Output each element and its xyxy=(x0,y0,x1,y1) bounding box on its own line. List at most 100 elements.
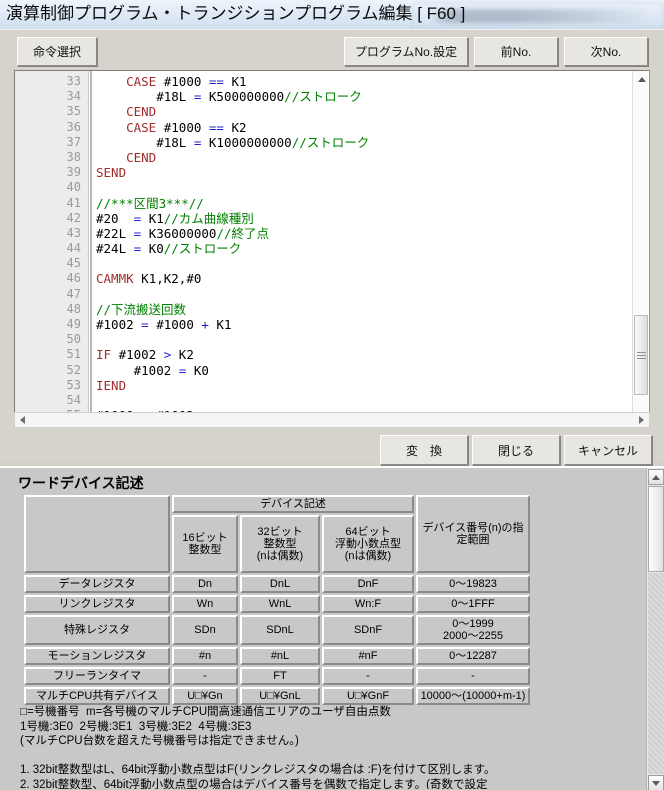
help-scroll-down-icon[interactable] xyxy=(648,775,664,790)
code-line: CAMMK K1,K2,#0 xyxy=(96,271,202,287)
line-number: 42 xyxy=(66,210,81,225)
line-number: 38 xyxy=(66,149,81,164)
table-corner-cell xyxy=(24,495,170,573)
device-range-cell: - xyxy=(416,667,530,685)
device-name-cell: モーションレジスタ xyxy=(24,647,170,665)
code-line: #1002 = #1000 + K1 xyxy=(96,317,232,332)
device-range-cell: 0〜1999 2000〜2255 xyxy=(416,615,530,645)
help-vscroll-thumb[interactable] xyxy=(648,486,664,572)
code-line: #22L = K36000000//終了点 xyxy=(96,225,269,241)
help-scroll-up-icon[interactable] xyxy=(648,469,664,485)
title-bar: 演算制御プログラム・トランジションプログラム編集 [ F60 ] xyxy=(0,0,664,29)
cancel-button[interactable]: キャンセル xyxy=(564,435,652,465)
editor-vscroll-thumb[interactable] xyxy=(634,315,648,395)
device-name-cell: フリーランタイマ xyxy=(24,667,170,685)
code-line: IEND xyxy=(96,377,127,393)
line-number: 52 xyxy=(66,362,81,377)
device-16bit-cell: SDn xyxy=(172,615,238,645)
device-32bit-cell: DnL xyxy=(240,575,320,593)
device-64bit-cell: #nF xyxy=(322,647,414,665)
line-number: 51 xyxy=(66,347,81,362)
table-row: フリーランタイマ - FT - - xyxy=(24,667,530,685)
device-32bit-cell: U□¥GnL xyxy=(240,687,320,705)
device-16bit-cell: #n xyxy=(172,647,238,665)
app-root: 演算制御プログラム・トランジションプログラム編集 [ F60 ] 命令選択 プロ… xyxy=(0,0,664,790)
table-row: マルチCPU共有デバイス U□¥Gn U□¥GnL U□¥GnF 10000〜(1000… xyxy=(24,687,530,705)
program-no-setting-button[interactable]: プログラムNo.設定 xyxy=(344,37,468,66)
code-text-area[interactable]: CASE #1000 == K1 #18L = K500000000//ストロー… xyxy=(90,71,631,427)
device-64bit-cell: U□¥GnF xyxy=(322,687,414,705)
code-line: //下流搬送回数 xyxy=(96,301,187,317)
device-range-cell: 0〜12287 xyxy=(416,647,530,665)
line-number: 46 xyxy=(66,271,81,286)
line-number: 41 xyxy=(66,195,81,210)
line-number: 34 xyxy=(66,89,81,104)
device-16bit-cell: Dn xyxy=(172,575,238,593)
window-title: 演算制御プログラム・トランジションプログラム編集 [ F60 ] xyxy=(6,4,466,23)
help-content: ワードデバイス記述 デバイス記述 デバイス番号(n)の指 定範囲 16ビット 整数型… xyxy=(6,471,636,789)
device-64bit-cell: Wn:F xyxy=(322,595,414,613)
line-number: 39 xyxy=(66,165,81,180)
code-editor[interactable]: 33 34 35 36 37 38 39 40 41 42 43 44 45 46 47 48 49 50 51 52… xyxy=(14,70,650,428)
help-notes-block-1: □=号機番号 m=各号機のマルチCPU間高速通信エリアのユーザ自由点数 1号機:… xyxy=(20,706,391,747)
convert-button[interactable]: 変 換 xyxy=(380,435,468,465)
table-row: データレジスタ Dn DnL DnF 0〜19823 xyxy=(24,575,530,593)
device-name-cell: リンクレジスタ xyxy=(24,595,170,613)
device-range-cell: 0〜19823 xyxy=(416,575,530,593)
help-panel-title: ワードデバイス記述 xyxy=(18,475,144,491)
line-number-gutter: 33 34 35 36 37 38 39 40 41 42 43 44 45 46 47 48 49 50 51 52… xyxy=(15,71,89,427)
device-32bit-cell: SDnL xyxy=(240,615,320,645)
device-32bit-cell: FT xyxy=(240,667,320,685)
device-64bit-cell: - xyxy=(322,667,414,685)
table-range-header: デバイス番号(n)の指 定範囲 xyxy=(416,495,530,573)
code-line: CASE #1000 == K1 xyxy=(126,74,247,89)
device-32bit-cell: WnL xyxy=(240,595,320,613)
table-header-row: デバイス記述 デバイス番号(n)の指 定範囲 xyxy=(24,495,530,573)
line-number: 35 xyxy=(66,104,81,119)
table-sub-header: 64ビット 浮動小数点型 (nは偶数) xyxy=(322,515,414,573)
device-64bit-cell: SDnF xyxy=(322,615,414,645)
code-line: CEND xyxy=(126,104,157,120)
editor-horizontal-scrollbar[interactable] xyxy=(14,412,650,428)
scroll-left-icon[interactable] xyxy=(15,413,30,427)
editor-vertical-scrollbar[interactable] xyxy=(632,71,649,427)
word-device-table: デバイス記述 デバイス番号(n)の指 定範囲 16ビット 整数型 32ビット 整数型 … xyxy=(22,493,532,707)
line-number: 45 xyxy=(66,256,81,271)
line-number: 50 xyxy=(66,332,81,347)
table-group-header: デバイス記述 xyxy=(172,495,414,513)
line-number: 47 xyxy=(66,286,81,301)
line-number: 40 xyxy=(66,180,81,195)
code-line: //***区間3***// xyxy=(96,195,204,211)
code-line: #18L = K1000000000//ストローク xyxy=(96,134,370,150)
code-line: #20 = K1//カム曲線種別 xyxy=(96,210,254,226)
line-number: 37 xyxy=(66,134,81,149)
line-number: 36 xyxy=(66,119,81,134)
close-button[interactable]: 閉じる xyxy=(472,435,560,465)
line-number: 44 xyxy=(66,241,81,256)
device-64bit-cell: DnF xyxy=(322,575,414,593)
table-row: 特殊レジスタ SDn SDnL SDnF 0〜1999 2000〜2255 xyxy=(24,615,530,645)
help-vertical-scrollbar[interactable] xyxy=(646,468,664,790)
line-number: 48 xyxy=(66,301,81,316)
next-no-button[interactable]: 次No. xyxy=(564,37,648,66)
table-row: モーションレジスタ #n #nL #nF 0〜12287 xyxy=(24,647,530,665)
line-number: 43 xyxy=(66,225,81,240)
code-line: #1002 = K0 xyxy=(96,362,209,378)
line-number: 53 xyxy=(66,377,81,392)
scroll-up-icon[interactable] xyxy=(633,71,649,88)
code-line: SEND xyxy=(96,165,127,181)
help-notes-block-2: 1. 32bit整数型はL、64bit浮動小数点型はF(リンクレジスタの場合は … xyxy=(20,764,496,789)
scroll-right-icon[interactable] xyxy=(634,413,649,427)
table-row: リンクレジスタ Wn WnL Wn:F 0〜1FFF xyxy=(24,595,530,613)
device-16bit-cell: U□¥Gn xyxy=(172,687,238,705)
prev-no-button[interactable]: 前No. xyxy=(474,37,558,66)
help-vscroll-track[interactable] xyxy=(648,573,664,774)
line-number: 33 xyxy=(66,74,81,88)
line-number: 49 xyxy=(66,317,81,331)
command-select-button[interactable]: 命令選択 xyxy=(17,37,97,66)
code-line: #24L = K0//ストローク xyxy=(96,241,242,257)
